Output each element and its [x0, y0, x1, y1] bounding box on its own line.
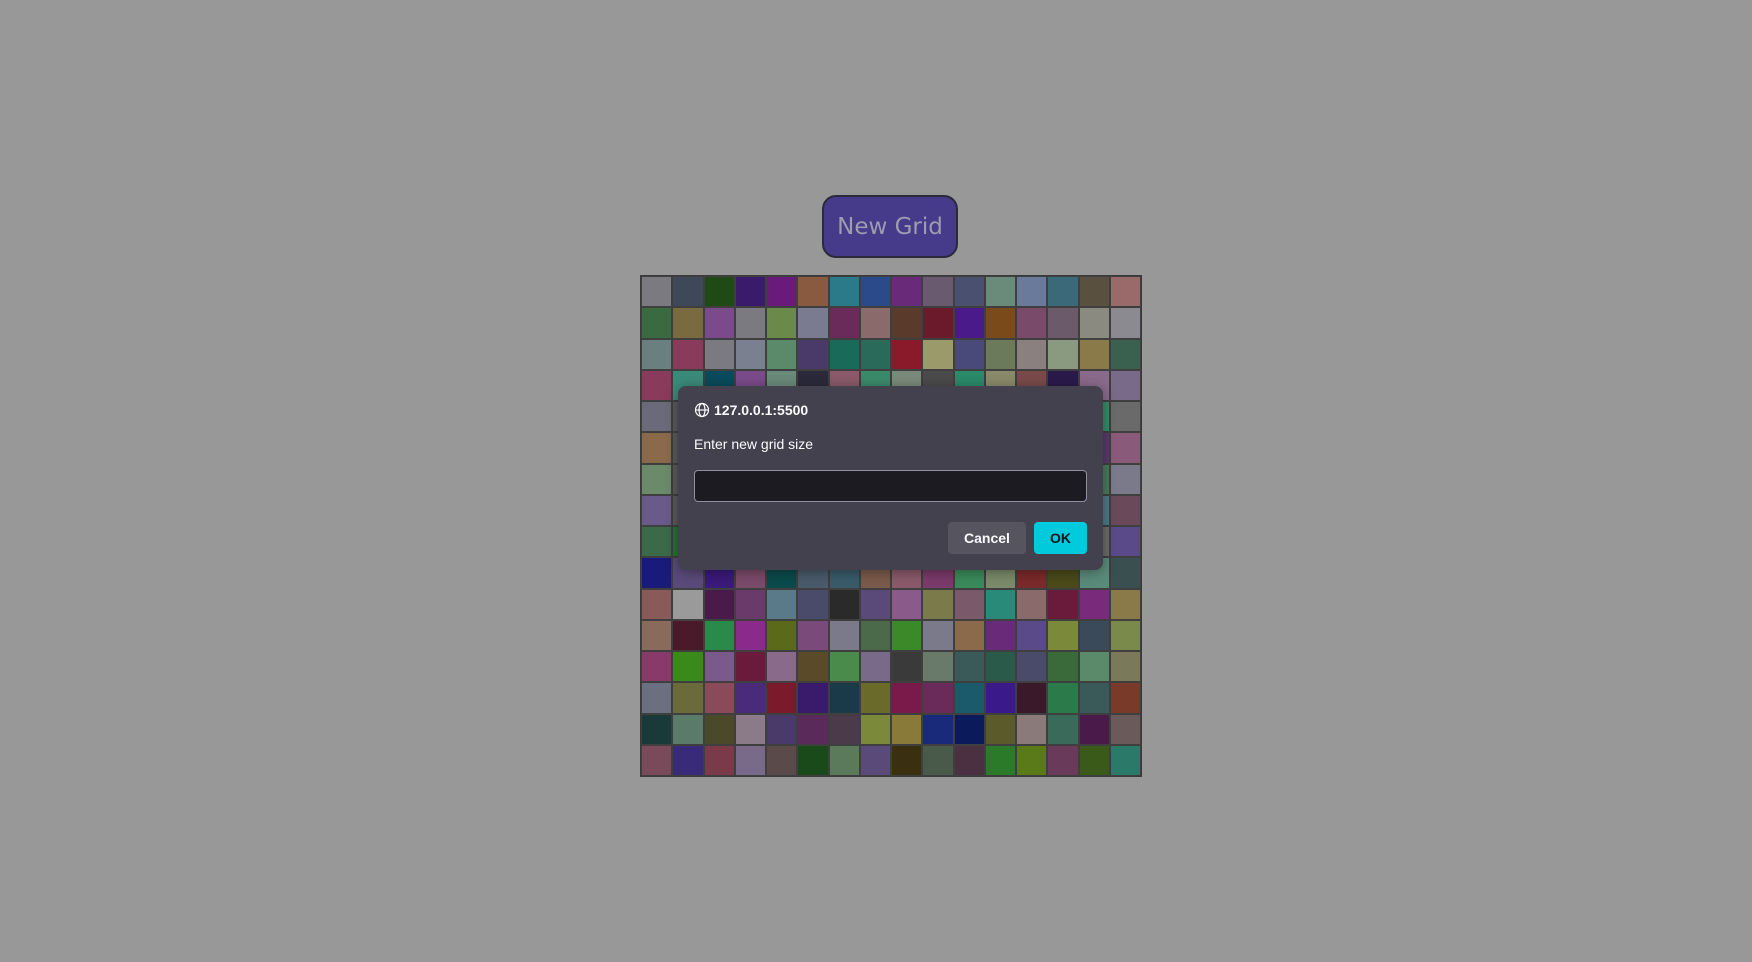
dialog-message: Enter new grid size [694, 436, 814, 452]
cancel-button[interactable]: Cancel [948, 522, 1026, 554]
grid-size-input[interactable] [694, 470, 1087, 502]
page: New Grid 127.0.0.1:5500 Enter new grid s… [0, 0, 1752, 962]
dialog-origin-text: 127.0.0.1:5500 [714, 402, 809, 418]
dialog-origin: 127.0.0.1:5500 [694, 400, 808, 420]
globe-icon [694, 402, 710, 418]
ok-button[interactable]: OK [1034, 522, 1087, 554]
prompt-dialog: 127.0.0.1:5500 Enter new grid size Cance… [678, 386, 1103, 570]
